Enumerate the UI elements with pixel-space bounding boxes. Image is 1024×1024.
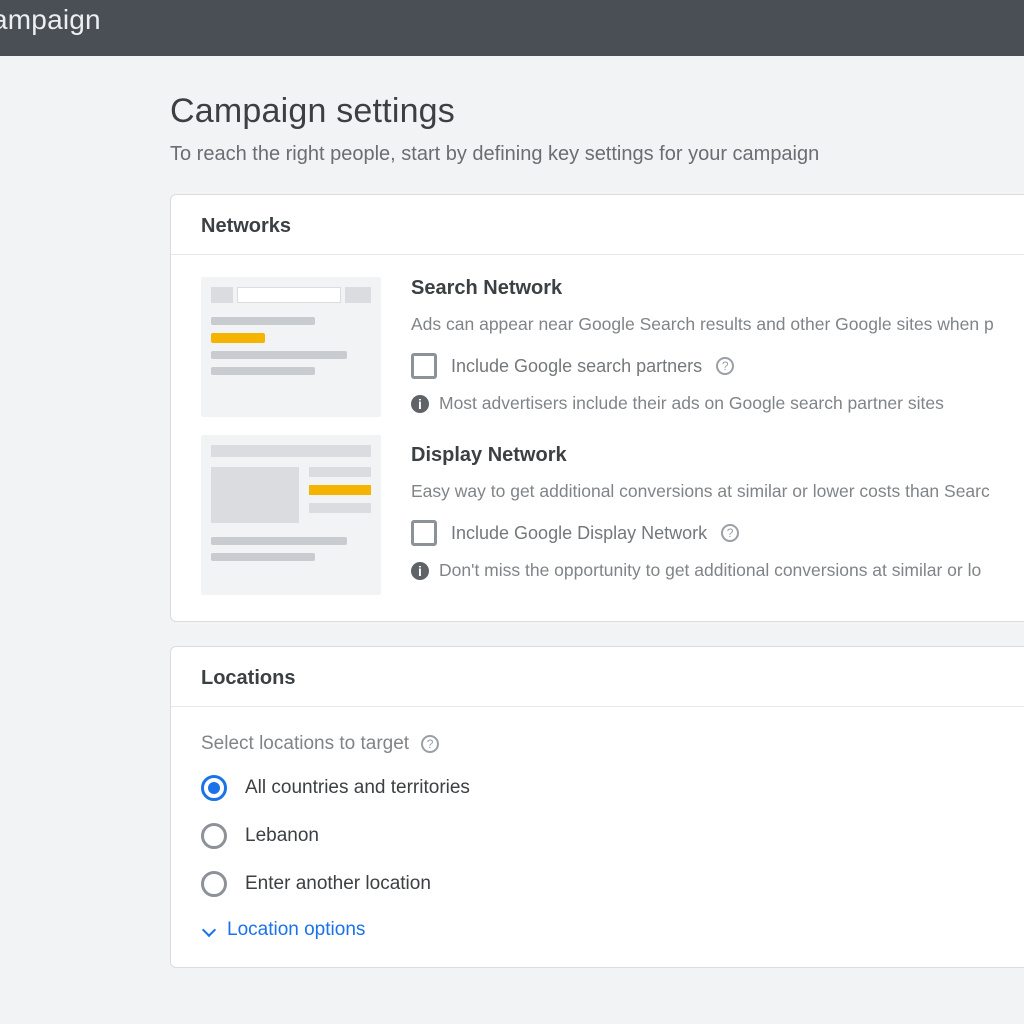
radio-icon — [201, 775, 227, 801]
location-radio-another[interactable]: Enter another location — [201, 871, 1024, 897]
display-network-desc: Easy way to get additional conversions a… — [411, 481, 1024, 502]
networks-card-title: Networks — [171, 195, 1024, 255]
include-search-partners-checkbox[interactable] — [411, 353, 437, 379]
info-icon: i — [411, 562, 429, 580]
location-radio-all[interactable]: All countries and territories — [201, 775, 1024, 801]
locations-card-title: Locations — [171, 647, 1024, 707]
locations-card: Locations Select locations to target ? A… — [170, 646, 1024, 968]
display-network-illustration — [201, 435, 381, 595]
page-content: Campaign settings To reach the right peo… — [0, 56, 1024, 968]
top-bar-title: ampaign — [0, 4, 101, 36]
chevron-down-icon — [201, 922, 217, 938]
networks-card: Networks — [170, 194, 1024, 622]
search-network-desc: Ads can appear near Google Search result… — [411, 314, 1024, 335]
include-display-network-label: Include Google Display Network — [451, 523, 707, 544]
page-subtitle: To reach the right people, start by defi… — [170, 143, 1024, 166]
search-network-title: Search Network — [411, 277, 1024, 300]
info-icon: i — [411, 395, 429, 413]
location-radio-lebanon[interactable]: Lebanon — [201, 823, 1024, 849]
help-icon[interactable]: ? — [421, 735, 439, 753]
top-bar: ampaign — [0, 0, 1024, 56]
location-options-toggle[interactable]: Location options — [201, 919, 1024, 941]
page-title: Campaign settings — [170, 92, 1024, 131]
locations-prompt: Select locations to target — [201, 733, 409, 755]
network-illustrations — [201, 277, 381, 595]
search-network-illustration — [201, 277, 381, 417]
radio-icon — [201, 871, 227, 897]
display-network-hint: Don't miss the opportunity to get additi… — [439, 560, 981, 581]
display-network-title: Display Network — [411, 444, 1024, 467]
network-settings: Search Network Ads can appear near Googl… — [411, 277, 1024, 595]
radio-icon — [201, 823, 227, 849]
search-network-hint: Most advertisers include their ads on Go… — [439, 393, 944, 414]
help-icon[interactable]: ? — [721, 524, 739, 542]
include-display-network-checkbox[interactable] — [411, 520, 437, 546]
help-icon[interactable]: ? — [716, 357, 734, 375]
include-search-partners-label: Include Google search partners — [451, 356, 702, 377]
